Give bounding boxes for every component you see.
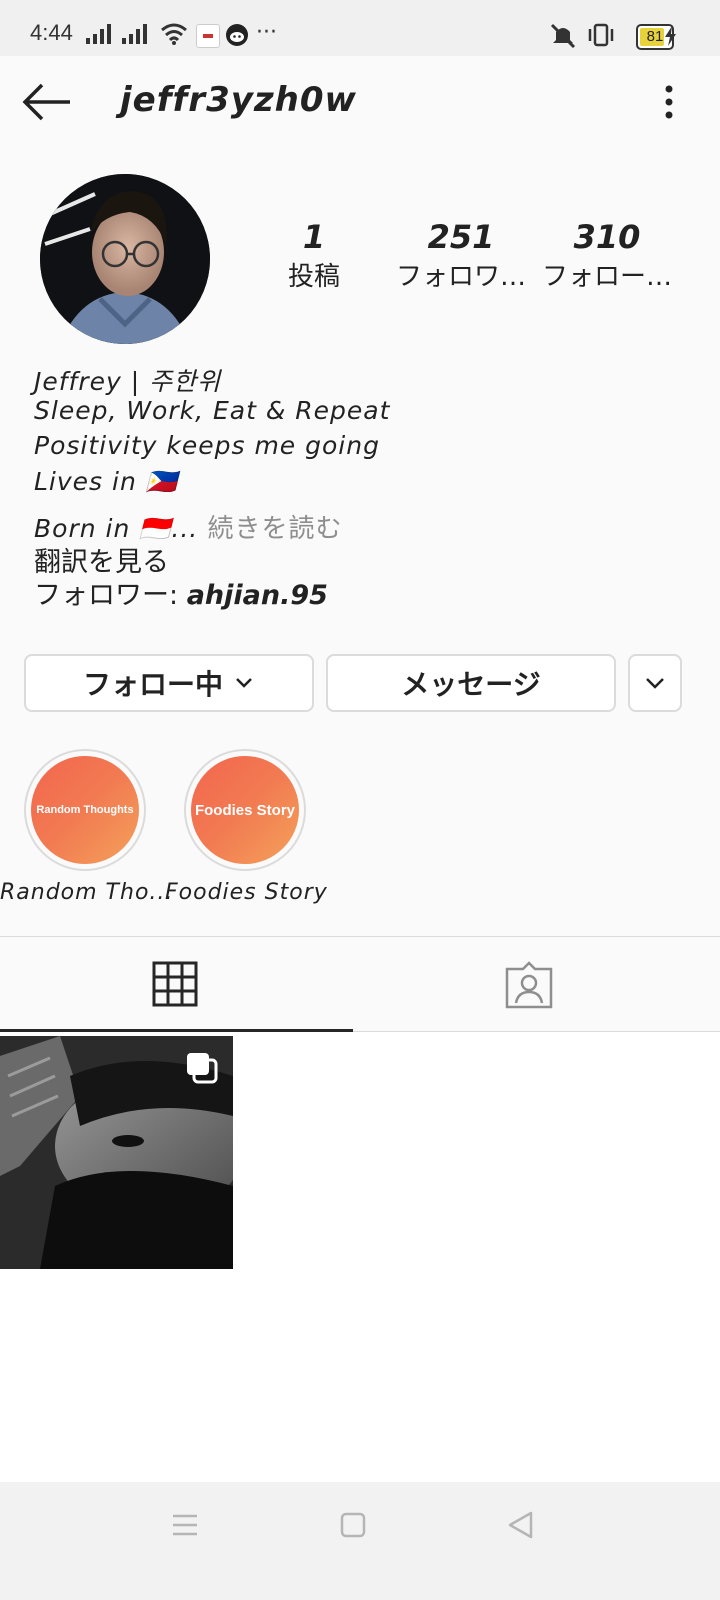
highlight-ring: Foodies Story — [184, 749, 306, 871]
highlight-label: Random Tho... — [0, 880, 174, 905]
message-button-label: メッセージ — [401, 668, 541, 701]
stat-following-label: フォロー… — [542, 262, 673, 292]
message-button[interactable]: メッセージ — [326, 654, 616, 712]
more-notifications-icon: ··· — [256, 20, 277, 45]
stat-posts-label: 投稿 — [287, 262, 340, 292]
highlight-ring: Random Thoughts — [24, 749, 146, 871]
tagged-person-icon — [505, 961, 553, 1009]
post-thumbnail[interactable] — [0, 1036, 233, 1269]
vibrate-icon — [588, 23, 614, 47]
followed-by-handle[interactable]: ahjian.95 — [187, 580, 328, 611]
grid-icon — [152, 961, 198, 1007]
signal-icon — [86, 24, 147, 44]
stat-followers-count: 251 — [427, 218, 495, 256]
mute-icon — [550, 23, 576, 48]
highlight-label: Foodies Story — [165, 880, 328, 905]
profile-avatar[interactable] — [40, 174, 210, 344]
stat-following[interactable]: 310 フォロー… — [542, 218, 672, 293]
highlight-random-thoughts[interactable]: Random Thoughts — [24, 749, 146, 871]
profile-username: jeffr3yzh0w — [120, 80, 357, 120]
home-icon[interactable] — [340, 1512, 366, 1538]
followed-by[interactable]: フォロワー: ahjian.95 — [34, 573, 328, 612]
following-button[interactable]: フォロー中 — [24, 654, 314, 712]
bio-line: Positivity keeps me going — [34, 431, 380, 460]
bio-line: Born in 🇮🇩... — [34, 514, 199, 543]
highlight-cover: Random Thoughts — [31, 756, 139, 864]
back-icon[interactable] — [506, 1510, 534, 1540]
followed-by-label: フォロワー: — [34, 580, 187, 611]
highlight-foodies-story[interactable]: Foodies Story — [184, 749, 306, 871]
reddit-icon — [226, 24, 248, 46]
charging-icon — [665, 26, 676, 46]
suggested-accounts-button[interactable] — [628, 654, 682, 712]
chevron-down-icon — [236, 678, 252, 688]
bio-line: Lives in 🇵🇭 — [34, 467, 178, 496]
tab-grid[interactable] — [0, 937, 353, 1029]
more-options-icon[interactable] — [660, 84, 678, 120]
status-time: 4:44 — [30, 20, 73, 45]
app-notification-icon — [196, 24, 220, 48]
stat-followers-label: フォロワ… — [396, 262, 527, 292]
stat-posts[interactable]: 1 投稿 — [264, 218, 364, 293]
stat-following-count: 310 — [573, 218, 641, 256]
avatar-photo-image — [40, 174, 210, 344]
highlight-cover: Foodies Story — [191, 756, 299, 864]
following-button-label: フォロー中 — [82, 668, 223, 701]
stat-followers[interactable]: 251 フォロワ… — [396, 218, 526, 293]
carousel-multiple-icon — [187, 1053, 218, 1084]
read-more-link[interactable]: 続きを読む — [198, 514, 342, 544]
stat-posts-count: 1 — [302, 218, 326, 256]
chevron-down-icon — [646, 678, 664, 689]
system-navigation-bar — [0, 1482, 720, 1600]
bio-name: Jeffrey | 주한위 — [34, 367, 222, 396]
menu-icon[interactable] — [170, 1512, 200, 1538]
bio-line: Sleep, Work, Eat & Repeat — [34, 396, 391, 425]
tab-tagged[interactable] — [353, 937, 720, 1029]
wifi-icon — [161, 23, 187, 45]
back-arrow-icon[interactable] — [22, 82, 72, 122]
